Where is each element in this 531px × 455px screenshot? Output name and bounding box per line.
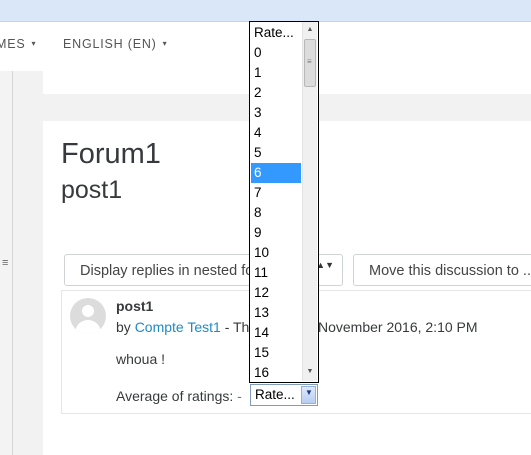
caret-down-icon: ▾ bbox=[162, 39, 168, 48]
rate-option[interactable]: 14 bbox=[251, 323, 301, 343]
rate-option[interactable]: 15 bbox=[251, 343, 301, 363]
byline-prefix: by bbox=[116, 319, 135, 335]
avatar[interactable] bbox=[70, 298, 106, 334]
rate-option[interactable]: 11 bbox=[251, 263, 301, 283]
rate-option[interactable]: 7 bbox=[251, 183, 301, 203]
rate-option[interactable]: 2 bbox=[251, 83, 301, 103]
grip-icon: ≡ bbox=[307, 57, 312, 66]
rate-option[interactable]: 12 bbox=[251, 283, 301, 303]
post-body: whoua ! bbox=[116, 351, 166, 367]
rate-option[interactable]: 1 bbox=[251, 63, 301, 83]
rate-option[interactable]: 4 bbox=[251, 123, 301, 143]
discussion-title: post1 bbox=[61, 176, 123, 204]
dropdown-scrollbar[interactable]: ▲ ≡ ▼ bbox=[302, 22, 317, 381]
average-ratings: Average of ratings: - bbox=[116, 388, 242, 404]
rate-select-value: Rate... bbox=[255, 387, 295, 402]
rate-option[interactable]: 0 bbox=[251, 43, 301, 63]
rate-option[interactable]: Rate... bbox=[251, 23, 301, 43]
avatar-body-shape bbox=[75, 320, 101, 334]
nav-menu-games[interactable]: MES ▾ bbox=[0, 37, 36, 51]
nav-menu-language[interactable]: ENGLISH (EN) ▾ bbox=[63, 37, 167, 51]
nav-item-label: MES bbox=[0, 37, 26, 51]
page-title: Forum1 bbox=[61, 138, 161, 170]
left-drawer[interactable]: ≡ bbox=[0, 71, 13, 455]
display-mode-value: Display replies in nested fo bbox=[80, 263, 254, 279]
scroll-down-icon[interactable]: ▼ bbox=[303, 365, 317, 379]
rate-select[interactable]: Rate... ▼ bbox=[250, 384, 318, 406]
drawer-handle-icon[interactable]: ≡ bbox=[2, 257, 8, 269]
ratings-label-text: Average of ratings: bbox=[116, 388, 238, 404]
avatar-head-shape bbox=[82, 305, 94, 317]
caret-down-icon: ▾ bbox=[31, 39, 37, 48]
rate-option[interactable]: 10 bbox=[251, 243, 301, 263]
post-subject: post1 bbox=[116, 298, 154, 314]
chevron-down-icon: ▼ bbox=[305, 388, 313, 397]
post-date: November 2016, 2:10 PM bbox=[318, 319, 478, 335]
nav-item-label: ENGLISH (EN) bbox=[63, 37, 157, 51]
rate-option[interactable]: 9 bbox=[251, 223, 301, 243]
dropdown-button[interactable]: ▼ bbox=[301, 386, 316, 404]
rate-option[interactable]: 3 bbox=[251, 103, 301, 123]
byline-date-start: - Th bbox=[220, 319, 250, 335]
ratings-value-link[interactable]: - bbox=[237, 388, 242, 404]
move-discussion-select[interactable]: Move this discussion to ... bbox=[353, 254, 531, 286]
post-byline: by Compte Test1 - Th bbox=[116, 319, 249, 335]
author-link[interactable]: Compte Test1 bbox=[135, 319, 221, 335]
rate-option[interactable]: 5 bbox=[251, 143, 301, 163]
rate-option[interactable]: 16 bbox=[251, 363, 301, 382]
scroll-thumb[interactable]: ≡ bbox=[304, 39, 316, 87]
rate-option[interactable]: 13 bbox=[251, 303, 301, 323]
rate-option[interactable]: 8 bbox=[251, 203, 301, 223]
browser-top-strip bbox=[0, 0, 531, 22]
scroll-up-icon[interactable]: ▲ bbox=[303, 23, 317, 37]
rate-option-highlighted[interactable]: 6 bbox=[251, 163, 301, 183]
move-discussion-value: Move this discussion to ... bbox=[369, 263, 531, 279]
